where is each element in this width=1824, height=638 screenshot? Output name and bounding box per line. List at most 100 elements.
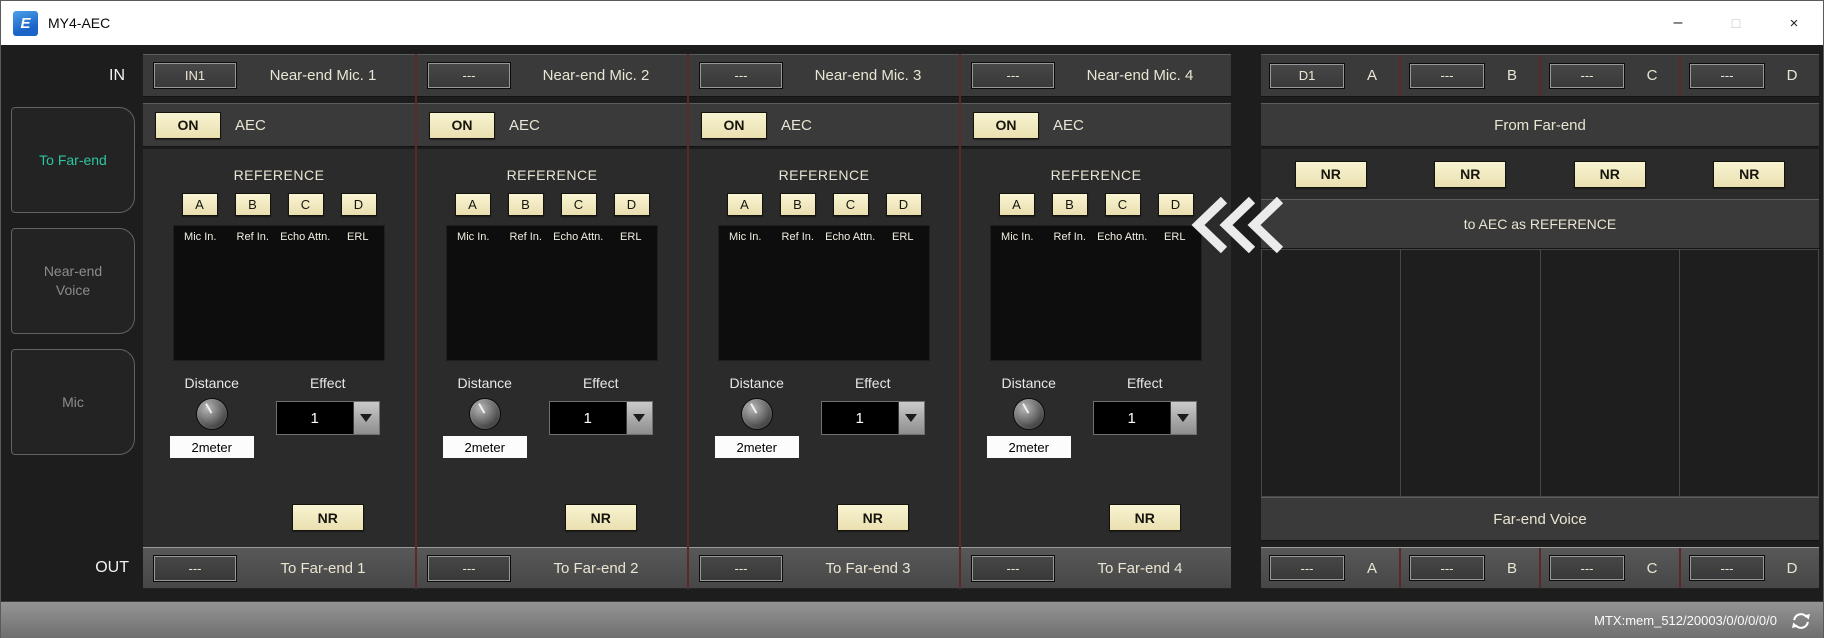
output-patch-button[interactable]: ---	[971, 555, 1055, 582]
distance-value: 2meter	[170, 436, 254, 458]
minimize-button[interactable]: –	[1649, 1, 1707, 45]
distance-label: Distance	[980, 375, 1077, 391]
reference-b-button[interactable]: B	[780, 193, 816, 216]
meter-label-ref-in: Ref In.	[772, 226, 825, 244]
far-end-output-patch-button[interactable]: ---	[1269, 555, 1345, 581]
input-patch-button[interactable]: ---	[971, 62, 1055, 89]
reference-d-button[interactable]: D	[614, 193, 650, 216]
distance-knob[interactable]	[197, 399, 227, 429]
aec-on-button[interactable]: ON	[155, 112, 221, 139]
output-patch-button[interactable]: ---	[699, 555, 783, 582]
far-end-nr-button-b[interactable]: NR	[1434, 161, 1506, 188]
far-end-output-patch-button[interactable]: ---	[1689, 555, 1765, 581]
channel-strips: IN1 Near-end Mic. 1 ON AEC REFERENCE A B…	[143, 45, 1231, 601]
distance-effect-controls: 2meter 1	[980, 399, 1212, 458]
meter-label-mic-in: Mic In.	[174, 226, 227, 244]
far-end-input-header: D1 A --- B --- C --- D	[1261, 54, 1819, 97]
reference-b-button[interactable]: B	[235, 193, 271, 216]
nr-button[interactable]: NR	[292, 504, 364, 531]
channel-name: Near-end Mic. 2	[511, 67, 687, 84]
far-end-input-patch-button[interactable]: ---	[1549, 63, 1625, 89]
reference-c-button[interactable]: C	[288, 193, 324, 216]
channel-input-header: --- Near-end Mic. 2	[417, 54, 687, 97]
far-end-nr-button-c[interactable]: NR	[1574, 161, 1646, 188]
reference-route-chevrons-icon	[1189, 197, 1287, 256]
reference-a-button[interactable]: A	[999, 193, 1035, 216]
main-area: IN To Far-end Near-end Voice Mic OUT IN1…	[1, 45, 1823, 601]
channel-strip-4: --- Near-end Mic. 4 ON AEC REFERENCE A B…	[959, 54, 1231, 589]
window-title: MY4-AEC	[48, 15, 110, 31]
tab-near-end-voice[interactable]: Near-end Voice	[11, 228, 135, 334]
meter-label-mic-in: Mic In.	[719, 226, 772, 244]
reference-b-button[interactable]: B	[508, 193, 544, 216]
aec-on-button[interactable]: ON	[429, 112, 495, 139]
close-button[interactable]: ×	[1765, 1, 1823, 45]
reference-d-button[interactable]: D	[341, 193, 377, 216]
tab-to-far-end[interactable]: To Far-end	[11, 107, 135, 213]
channel-name: Near-end Mic. 4	[1055, 67, 1231, 84]
effect-select[interactable]: 1	[1093, 401, 1197, 435]
reference-a-button[interactable]: A	[182, 193, 218, 216]
view-tabs: To Far-end Near-end Voice Mic	[11, 107, 135, 455]
maximize-button[interactable]: □	[1707, 1, 1765, 45]
far-end-output-cell-b: --- B	[1399, 548, 1539, 588]
far-end-meter-display	[1261, 249, 1819, 497]
nr-button[interactable]: NR	[837, 504, 909, 531]
distance-knob[interactable]	[742, 399, 772, 429]
far-end-input-patch-button[interactable]: ---	[1689, 63, 1765, 89]
far-end-input-cell-d: --- D	[1679, 55, 1819, 96]
far-end-output-patch-button[interactable]: ---	[1549, 555, 1625, 581]
input-patch-button[interactable]: ---	[699, 62, 783, 89]
reference-d-button[interactable]: D	[886, 193, 922, 216]
reference-c-button[interactable]: C	[561, 193, 597, 216]
effect-select[interactable]: 1	[821, 401, 925, 435]
far-end-input-patch-button[interactable]: ---	[1409, 63, 1485, 89]
effect-select[interactable]: 1	[276, 401, 380, 435]
effect-value: 1	[277, 402, 353, 434]
output-patch-button[interactable]: ---	[427, 555, 511, 582]
far-end-nr-button-a[interactable]: NR	[1295, 161, 1367, 188]
far-end-input-letter: D	[1765, 67, 1819, 84]
distance-effect-controls: 2meter 1	[436, 399, 668, 458]
distance-effect-labels: Distance Effect	[163, 375, 395, 391]
effect-label: Effect	[260, 375, 395, 391]
input-patch-button[interactable]: IN1	[153, 62, 237, 89]
distance-label: Distance	[436, 375, 533, 391]
dropdown-arrow-icon[interactable]	[353, 402, 379, 434]
distance-label: Distance	[163, 375, 260, 391]
channel-output-row: --- To Far-end 2	[417, 547, 687, 589]
reference-a-button[interactable]: A	[727, 193, 763, 216]
far-end-output-letter: C	[1625, 560, 1679, 577]
distance-knob[interactable]	[1014, 399, 1044, 429]
reference-b-button[interactable]: B	[1052, 193, 1088, 216]
dropdown-arrow-icon[interactable]	[898, 402, 924, 434]
channel-output-row: --- To Far-end 1	[143, 547, 415, 589]
distance-knob[interactable]	[470, 399, 500, 429]
far-end-output-patch-button[interactable]: ---	[1409, 555, 1485, 581]
nr-button[interactable]: NR	[1109, 504, 1181, 531]
aec-meter-display: Mic In. Ref In. Echo Attn. ERL	[990, 225, 1202, 361]
far-end-meter-cell	[1262, 250, 1400, 496]
reference-c-button[interactable]: C	[833, 193, 869, 216]
reference-c-button[interactable]: C	[1105, 193, 1141, 216]
output-patch-button[interactable]: ---	[153, 555, 237, 582]
input-patch-button[interactable]: ---	[427, 62, 511, 89]
aec-on-button[interactable]: ON	[701, 112, 767, 139]
reference-buttons: A B C D	[173, 193, 385, 216]
reference-a-button[interactable]: A	[455, 193, 491, 216]
channel-strip-1: IN1 Near-end Mic. 1 ON AEC REFERENCE A B…	[143, 54, 415, 589]
device-status-text: MTX:mem_512/20003/0/0/0/0/0	[1594, 613, 1777, 628]
nr-row: NR	[163, 504, 395, 531]
aec-row: ON AEC	[689, 103, 959, 147]
aec-on-button[interactable]: ON	[973, 112, 1039, 139]
dropdown-arrow-icon[interactable]	[626, 402, 652, 434]
tab-mic[interactable]: Mic	[11, 349, 135, 455]
channel-strip-2: --- Near-end Mic. 2 ON AEC REFERENCE A B…	[415, 54, 687, 589]
far-end-input-patch-button[interactable]: D1	[1269, 63, 1345, 89]
effect-select[interactable]: 1	[549, 401, 653, 435]
effect-label: Effect	[533, 375, 668, 391]
from-far-end-label: From Far-end	[1261, 103, 1819, 147]
far-end-nr-button-d[interactable]: NR	[1713, 161, 1785, 188]
nr-button[interactable]: NR	[565, 504, 637, 531]
dropdown-arrow-icon[interactable]	[1170, 402, 1196, 434]
